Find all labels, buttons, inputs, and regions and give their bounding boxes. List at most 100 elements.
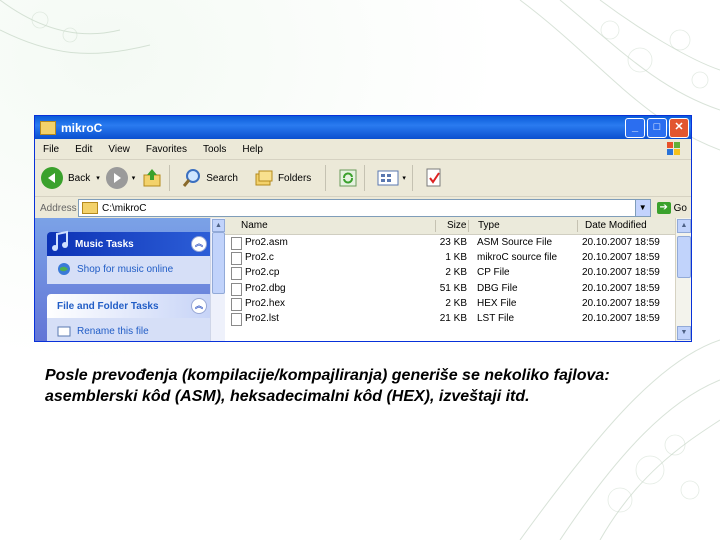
menu-help[interactable]: Help bbox=[234, 144, 271, 155]
chevron-down-icon: ▾ bbox=[131, 175, 136, 182]
search-button[interactable]: Search bbox=[182, 168, 238, 188]
back-button[interactable]: Back ▾ bbox=[41, 167, 100, 189]
caption-line-2: asemblerski kôd (ASM), heksadecimalni kô… bbox=[45, 388, 530, 405]
scroll-up-arrow-icon[interactable]: ▲ bbox=[212, 219, 225, 232]
scroll-thumb[interactable] bbox=[212, 232, 225, 294]
sync-button[interactable] bbox=[338, 168, 358, 188]
file-rows: Pro2.asm 23 KB ASM Source File 20.10.200… bbox=[225, 236, 675, 327]
column-headers: Name Size Type Date Modified bbox=[225, 218, 675, 235]
file-date: 20.10.2007 18:59 bbox=[582, 267, 660, 279]
file-size: 1 KB bbox=[445, 252, 467, 264]
file-type: mikroC source file bbox=[477, 252, 558, 264]
table-row[interactable]: Pro2.asm 23 KB ASM Source File 20.10.200… bbox=[225, 236, 675, 251]
address-dropdown-button[interactable]: ▼ bbox=[634, 199, 651, 217]
table-row[interactable]: Pro2.cp 2 KB CP File 20.10.2007 18:59 bbox=[225, 266, 675, 281]
collapse-chevron-icon[interactable]: ︽ bbox=[191, 236, 207, 252]
chevron-down-icon: ▾ bbox=[402, 175, 406, 182]
file-folder-tasks-panel: File and Folder Tasks ︽ Rename this file bbox=[47, 294, 213, 341]
file-type: ASM Source File bbox=[477, 237, 553, 248]
properties-button[interactable] bbox=[425, 168, 443, 188]
file-name: Pro2.dbg bbox=[245, 282, 286, 294]
maximize-button[interactable]: □ bbox=[647, 118, 667, 138]
folder-icon bbox=[40, 120, 56, 135]
file-icon bbox=[231, 252, 242, 266]
chevron-down-icon: ▾ bbox=[96, 175, 100, 182]
back-arrow-icon bbox=[41, 167, 63, 189]
scroll-up-arrow-icon[interactable]: ▲ bbox=[677, 219, 691, 233]
search-icon bbox=[183, 169, 201, 187]
folder-icon bbox=[82, 202, 98, 214]
file-list: Name Size Type Date Modified Pro2.asm 23… bbox=[225, 218, 691, 341]
file-size: 21 KB bbox=[439, 312, 467, 324]
title-bar[interactable]: mikroC _ □ ✕ bbox=[35, 116, 691, 139]
scroll-thumb[interactable] bbox=[677, 236, 691, 278]
menu-favorites[interactable]: Favorites bbox=[138, 144, 195, 155]
rename-file-label: Rename this file bbox=[77, 325, 149, 337]
menu-tools[interactable]: Tools bbox=[195, 144, 234, 155]
file-date: 20.10.2007 18:59 bbox=[582, 252, 660, 264]
file-icon bbox=[231, 282, 242, 296]
globe-icon bbox=[58, 263, 70, 275]
rename-icon bbox=[57, 326, 71, 337]
column-name[interactable]: Name bbox=[241, 220, 268, 231]
file-name: Pro2.lst bbox=[245, 312, 279, 324]
menu-file[interactable]: File bbox=[35, 144, 67, 155]
up-folder-button[interactable] bbox=[141, 167, 163, 189]
properties-icon bbox=[426, 168, 441, 187]
views-icon bbox=[377, 170, 399, 186]
file-date: 20.10.2007 18:59 bbox=[582, 297, 660, 309]
menu-edit[interactable]: Edit bbox=[67, 144, 100, 155]
rename-file-link[interactable]: Rename this file bbox=[47, 318, 213, 341]
slide-caption: Posle prevođenja (kompilacije/kompajlira… bbox=[45, 365, 695, 407]
file-size: 2 KB bbox=[445, 267, 467, 279]
file-date: 20.10.2007 18:59 bbox=[582, 312, 660, 324]
column-type[interactable]: Type bbox=[478, 220, 500, 231]
table-row[interactable]: Pro2.lst 21 KB LST File 20.10.2007 18:59 bbox=[225, 312, 675, 327]
table-row[interactable]: Pro2.dbg 51 KB DBG File 20.10.2007 18:59 bbox=[225, 282, 675, 297]
task-pane: Music Tasks ︽ Shop for music online File… bbox=[35, 218, 225, 341]
file-date: 20.10.2007 18:59 bbox=[582, 282, 660, 294]
music-note-icon bbox=[52, 230, 68, 251]
window-content: Music Tasks ︽ Shop for music online File… bbox=[35, 218, 691, 341]
explorer-window: mikroC _ □ ✕ File Edit View Favorites To… bbox=[34, 115, 692, 342]
column-date-modified[interactable]: Date Modified bbox=[585, 220, 647, 231]
collapse-chevron-icon[interactable]: ︽ bbox=[191, 298, 207, 314]
music-tasks-panel: Music Tasks ︽ Shop for music online bbox=[47, 230, 213, 284]
file-folder-tasks-header[interactable]: File and Folder Tasks ︽ bbox=[47, 294, 213, 318]
minimize-button[interactable]: _ bbox=[625, 118, 645, 138]
scroll-down-arrow-icon[interactable]: ▼ bbox=[677, 326, 691, 340]
close-button[interactable]: ✕ bbox=[669, 118, 689, 138]
file-name: Pro2.cp bbox=[245, 267, 280, 279]
column-size[interactable]: Size bbox=[447, 220, 466, 231]
folders-button[interactable]: Folders bbox=[254, 169, 311, 187]
forward-button[interactable]: ▾ bbox=[105, 167, 136, 189]
file-icon bbox=[231, 267, 242, 281]
table-row[interactable]: Pro2.c 1 KB mikroC source file 20.10.200… bbox=[225, 251, 675, 266]
toolbar: Back ▾ ▾ Search Folders ▾ bbox=[35, 160, 691, 197]
shop-music-link[interactable]: Shop for music online bbox=[47, 256, 213, 284]
address-input[interactable]: C:\mikroC bbox=[78, 199, 636, 217]
shop-music-label: Shop for music online bbox=[77, 263, 174, 275]
file-name: Pro2.asm bbox=[245, 237, 288, 248]
file-type: HEX File bbox=[477, 297, 517, 309]
windows-logo-icon bbox=[667, 142, 680, 155]
go-arrow-icon: ➔ bbox=[656, 202, 671, 214]
music-tasks-header[interactable]: Music Tasks ︽ bbox=[47, 230, 213, 256]
address-bar: Address C:\mikroC ▼ ➔ Go bbox=[35, 197, 691, 220]
go-button[interactable]: ➔ Go bbox=[656, 202, 687, 214]
views-button[interactable]: ▾ bbox=[377, 169, 406, 187]
file-type: DBG File bbox=[477, 282, 518, 294]
window-title: mikroC bbox=[61, 120, 103, 135]
file-list-scrollbar[interactable]: ▲ ▼ bbox=[675, 218, 691, 341]
go-label: Go bbox=[673, 202, 687, 214]
file-icon bbox=[231, 297, 242, 311]
file-type: LST File bbox=[477, 312, 515, 324]
folders-icon bbox=[255, 170, 273, 186]
task-pane-scrollbar[interactable]: ▲ bbox=[210, 218, 225, 341]
menu-view[interactable]: View bbox=[100, 144, 138, 155]
file-folder-tasks-title: File and Folder Tasks bbox=[57, 300, 159, 312]
search-label: Search bbox=[206, 172, 238, 184]
menu-bar: File Edit View Favorites Tools Help bbox=[35, 139, 691, 160]
table-row[interactable]: Pro2.hex 2 KB HEX File 20.10.2007 18:59 bbox=[225, 297, 675, 312]
file-name: Pro2.hex bbox=[245, 297, 286, 309]
